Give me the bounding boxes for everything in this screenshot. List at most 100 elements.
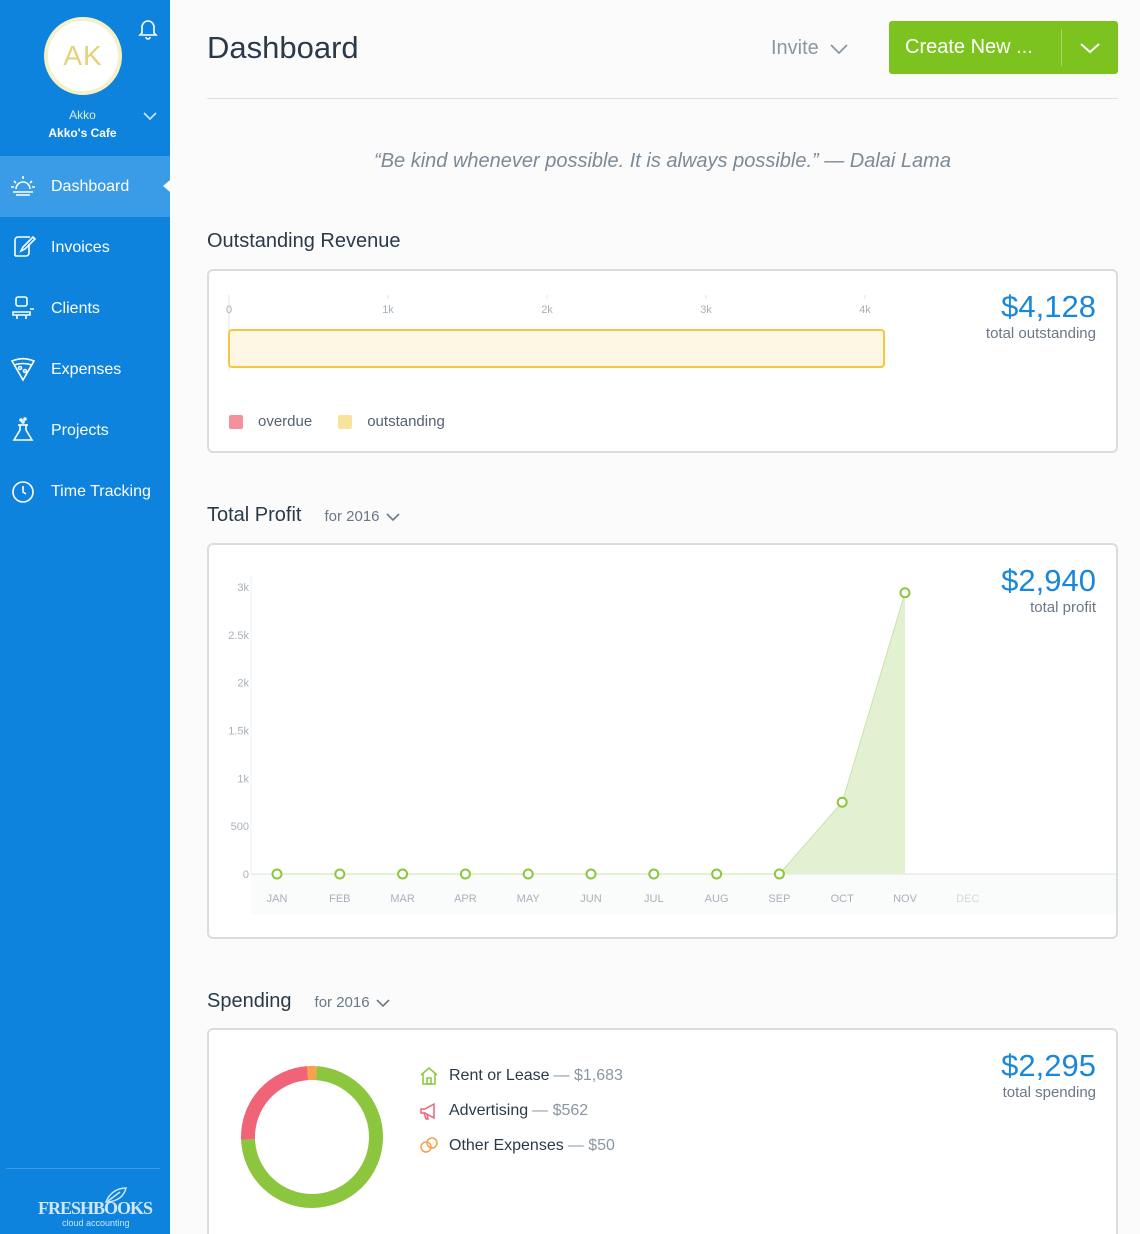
spending-year-filter[interactable]: for 2016 bbox=[315, 994, 390, 1011]
spending-amount-label: total spending bbox=[1002, 1084, 1096, 1101]
outstanding-legend: overdue outstanding bbox=[229, 413, 471, 430]
quote: “Be kind whenever possible. It is always… bbox=[374, 150, 951, 172]
invite-dropdown[interactable]: Invite bbox=[771, 37, 849, 60]
profit-point bbox=[773, 868, 785, 880]
legend-swatch bbox=[338, 414, 353, 429]
chevron-down-icon bbox=[830, 43, 848, 54]
spending-list: Rent or Lease — $1,683 Advertising — $56… bbox=[418, 1058, 623, 1163]
chevron-down-icon[interactable] bbox=[142, 108, 158, 124]
profit-area bbox=[779, 592, 905, 874]
spending-title: Spending for 2016 bbox=[207, 990, 390, 1013]
bell-icon[interactable] bbox=[136, 16, 160, 40]
spending-item-other[interactable]: Other Expenses — $50 bbox=[418, 1128, 623, 1163]
y-tick-label: 1.5k bbox=[228, 726, 249, 738]
profit-year-filter[interactable]: for 2016 bbox=[324, 508, 400, 525]
invoice-quill-icon bbox=[14, 235, 36, 257]
profit-point bbox=[459, 868, 471, 880]
user-name: Akko bbox=[69, 108, 96, 122]
profit-total: $2,940 total profit bbox=[1001, 563, 1096, 616]
spending-value-amount: $50 bbox=[588, 1136, 615, 1154]
sidebar-item-label: Time Tracking bbox=[51, 482, 151, 500]
flask-icon bbox=[12, 417, 34, 441]
spending-value: — $50 bbox=[567, 1136, 615, 1154]
x-tick-label: 0 bbox=[226, 304, 232, 316]
spending-value-amount: $1,683 bbox=[573, 1066, 623, 1084]
freshbooks-logo[interactable]: FRESHBOOKS cloud accounting bbox=[38, 1186, 153, 1230]
bar-outstanding bbox=[228, 329, 886, 368]
sidebar-item-label: Dashboard bbox=[51, 177, 130, 195]
profit-point bbox=[271, 868, 283, 880]
y-tick-label: 2k bbox=[237, 678, 249, 690]
profit-point bbox=[648, 868, 660, 880]
sidebar-item-invoices[interactable]: Invoices bbox=[0, 217, 170, 278]
avatar[interactable]: AK bbox=[44, 17, 122, 95]
house-icon bbox=[420, 1066, 438, 1085]
total-profit-title: Total Profit for 2016 bbox=[207, 504, 400, 527]
spending-amount: $2,295 bbox=[1001, 1048, 1096, 1083]
spending-value-amount: $562 bbox=[552, 1101, 589, 1119]
spending-item-rent[interactable]: Rent or Lease — $1,683 bbox=[418, 1058, 623, 1093]
spending-total: $2,295 total spending bbox=[1001, 1048, 1096, 1101]
invite-label: Invite bbox=[771, 37, 819, 59]
profit-amount-label: total profit bbox=[1030, 599, 1096, 616]
x-tick-label: AUG bbox=[705, 893, 729, 905]
outstanding-total: $4,128 total outstanding bbox=[986, 289, 1096, 342]
y-tick-label: 2.5k bbox=[228, 630, 249, 642]
coins-icon bbox=[420, 1136, 438, 1153]
pizza-slice-icon bbox=[10, 357, 36, 382]
x-axis-band bbox=[251, 874, 1116, 914]
sidebar-item-clients[interactable]: Clients bbox=[0, 278, 170, 339]
spending-label: Advertising bbox=[449, 1101, 529, 1119]
x-tick-label: 4k bbox=[859, 304, 871, 316]
y-tick-label: 0 bbox=[243, 869, 249, 881]
section-title-text: Outstanding Revenue bbox=[207, 230, 401, 252]
profit-point bbox=[711, 868, 723, 880]
legend-swatch bbox=[229, 414, 243, 429]
sidebar-item-time-tracking[interactable]: Time Tracking bbox=[0, 461, 170, 522]
filter-label: for 2016 bbox=[324, 508, 380, 525]
profit-point bbox=[836, 796, 848, 808]
stopwatch-icon bbox=[12, 481, 34, 503]
x-tick-label: JAN bbox=[267, 893, 288, 905]
profit-amount: $2,940 bbox=[1001, 563, 1096, 598]
create-new-button[interactable]: Create New ... bbox=[889, 21, 1061, 74]
avatar-initials: AK bbox=[63, 40, 103, 71]
spending-label: Rent or Lease bbox=[449, 1066, 550, 1084]
create-new-label: Create New ... bbox=[905, 36, 1033, 58]
logo-subtitle: cloud accounting bbox=[62, 1218, 130, 1228]
x-tick-label: 2k bbox=[541, 304, 553, 316]
profit-point bbox=[899, 587, 911, 599]
sidebar-item-label: Clients bbox=[51, 299, 100, 317]
y-tick-label: 1k bbox=[237, 773, 249, 785]
x-tick-label: JUL bbox=[644, 893, 664, 905]
x-tick-label: SEP bbox=[768, 893, 790, 905]
sidebar-item-projects[interactable]: Projects bbox=[0, 400, 170, 461]
create-new-button-group: Create New ... bbox=[889, 21, 1118, 74]
profit-point bbox=[585, 868, 597, 880]
total-profit-chart: 0 500 1k 1.5k 2k 2.5k 3k JAN FEB MAR APR MAY JUN JUL A… bbox=[228, 577, 1116, 914]
outstanding-revenue-card: 0 1k 2k 3k 4k $4,128 total outstanding overd… bbox=[207, 269, 1118, 453]
sidebar-item-label: Expenses bbox=[51, 360, 122, 378]
outstanding-revenue-title: Outstanding Revenue bbox=[207, 230, 400, 253]
section-title-text: Total Profit bbox=[207, 504, 302, 526]
sidebar: AK Akko Akko's Cafe Dashboard Invoices C… bbox=[0, 0, 170, 1234]
profit-point bbox=[334, 868, 346, 880]
spending-label: Other Expenses bbox=[449, 1136, 564, 1154]
x-tick-label: FEB bbox=[329, 893, 350, 905]
spending-donut-chart bbox=[241, 1066, 383, 1208]
create-new-dropdown-button[interactable] bbox=[1062, 21, 1118, 74]
legend-item-overdue[interactable]: overdue bbox=[229, 413, 312, 430]
x-tick-label: JUN bbox=[580, 893, 601, 905]
sidebar-item-dashboard[interactable]: Dashboard bbox=[0, 156, 170, 217]
user-company: Akko's Cafe bbox=[48, 126, 117, 140]
sidebar-item-expenses[interactable]: Expenses bbox=[0, 339, 170, 400]
spending-card: Rent or Lease — $1,683 Advertising — $56… bbox=[207, 1028, 1118, 1234]
chevron-down-icon bbox=[376, 998, 390, 1007]
spending-item-advertising[interactable]: Advertising — $562 bbox=[418, 1093, 623, 1128]
x-tick-label: OCT bbox=[831, 893, 855, 905]
filter-label: for 2016 bbox=[314, 994, 370, 1011]
x-tick-label: MAY bbox=[517, 893, 541, 905]
legend-item-outstanding[interactable]: outstanding bbox=[338, 413, 445, 430]
header-divider bbox=[207, 98, 1118, 99]
sunrise-icon bbox=[11, 176, 35, 196]
